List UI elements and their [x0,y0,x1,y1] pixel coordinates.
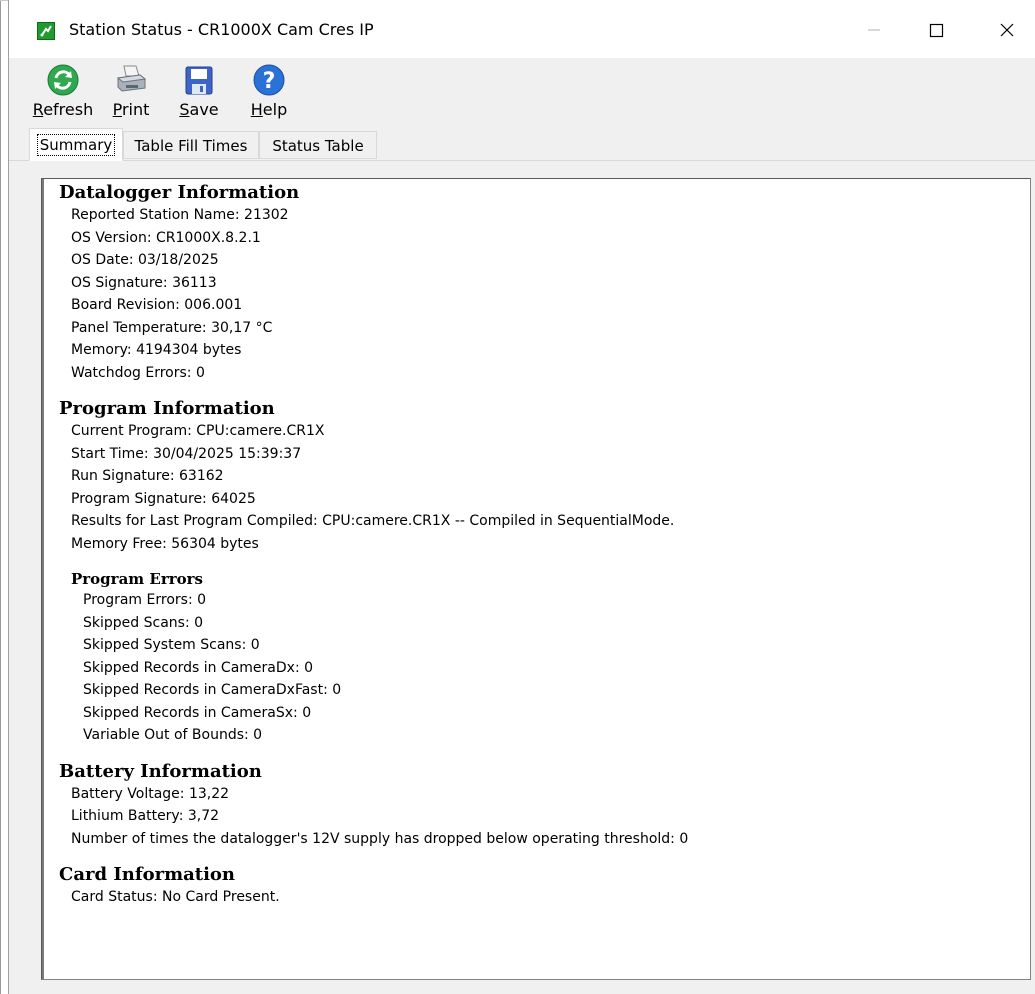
refresh-button[interactable]: Refresh [31,58,95,124]
program-errors-line: Skipped Records in CameraDx: 0 [83,659,314,676]
floppy-disk-icon [182,63,216,97]
battery-line: Lithium Battery: 3,72 [71,808,220,824]
minimize-button[interactable] [851,10,897,50]
screen-edge-left [0,0,1,994]
printer-icon [114,63,148,97]
tab-status-table[interactable]: Status Table [259,131,377,159]
help-button[interactable]: ? Help [247,58,291,124]
print-button[interactable]: Print [109,58,153,124]
card-heading: Card Information [59,864,236,885]
save-button[interactable]: Save [177,58,221,124]
station-status-window: Station Status - CR1000X Cam Cres IP Ref… [8,0,1035,994]
program-errors-line: Skipped System Scans: 0 [83,637,260,653]
toolbar: Refresh Print Save ? Help [9,58,1035,125]
refresh-icon [46,63,80,97]
program-line: Current Program: CPU:camere.CR1X [71,423,325,439]
battery-line: Battery Voltage: 13,22 [71,785,230,802]
datalogger-line: Memory: 4194304 bytes [71,342,242,358]
save-label: Save [179,100,219,119]
close-button[interactable] [984,10,1030,50]
program-errors-heading: Program Errors [71,570,203,588]
card-line: Card Status: No Card Present. [71,889,280,905]
program-line: Run Signature: 63162 [71,468,224,484]
datalogger-line: Reported Station Name: 21302 [71,207,289,223]
tab-table-fill-times[interactable]: Table Fill Times [123,131,259,159]
program-errors-line: Skipped Records in CameraDxFast: 0 [83,682,342,698]
datalogger-line: Board Revision: 006.001 [71,297,243,313]
program-heading: Program Information [59,398,275,419]
datalogger-line: OS Signature: 36113 [71,274,217,291]
battery-heading: Battery Information [59,760,262,782]
minimize-icon [868,29,880,31]
datalogger-line: Watchdog Errors: 0 [71,364,205,381]
program-errors-line: Program Errors: 0 [83,592,207,608]
datalogger-line: Panel Temperature: 30,17 °C [71,319,273,336]
tab-summary[interactable]: Summary [29,128,123,161]
program-errors-line: Skipped Records in CameraSx: 0 [83,704,312,721]
program-line: Program Signature: 64025 [71,490,256,507]
summary-content: Datalogger Information Reported Station … [59,180,688,909]
close-icon [1000,23,1014,37]
battery-line: Number of times the datalogger's 12V sup… [71,830,689,847]
help-icon: ? [252,63,286,97]
program-line: Memory Free: 56304 bytes [71,535,259,552]
maximize-icon [929,23,944,38]
maximize-button[interactable] [913,10,959,50]
refresh-label: Refresh [32,100,94,119]
panel-inner-border [42,179,44,979]
svg-text:?: ? [263,69,276,94]
program-line: Results for Last Program Compiled: CPU:c… [71,513,675,529]
datalogger-line: OS Version: CR1000X.8.2.1 [71,229,261,246]
program-errors-line: Skipped Scans: 0 [83,614,204,631]
tab-divider [9,160,1035,161]
tab-bar: Summary Table Fill Times Status Table [9,128,1035,161]
help-label: Help [250,100,288,119]
app-icon [37,22,55,40]
summary-panel[interactable]: Datalogger Information Reported Station … [41,178,1031,980]
window-title: Station Status - CR1000X Cam Cres IP [69,20,374,39]
datalogger-line: OS Date: 03/18/2025 [71,252,219,268]
title-bar[interactable]: Station Status - CR1000X Cam Cres IP [9,0,1035,58]
print-label: Print [112,100,150,119]
datalogger-heading: Datalogger Information [59,182,300,203]
program-line: Start Time: 30/04/2025 15:39:37 [71,445,302,462]
program-errors-line: Variable Out of Bounds: 0 [83,727,263,743]
